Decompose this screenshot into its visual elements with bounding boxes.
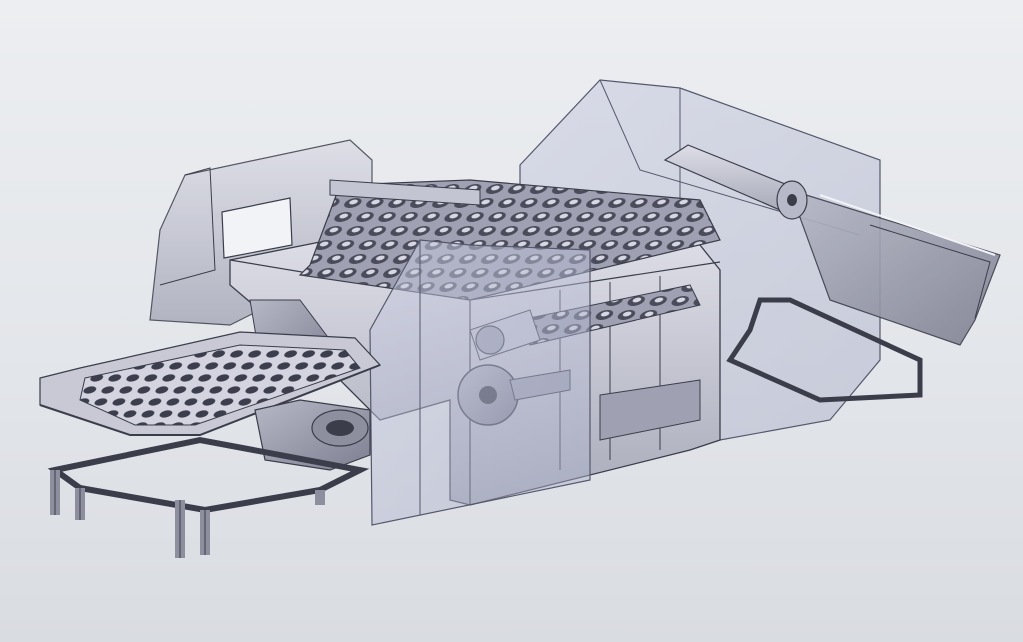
front-transparent-cover[interactable] — [369, 239, 591, 526]
machine-3d-model[interactable] — [0, 0, 1023, 642]
cad-viewport[interactable] — [0, 0, 1023, 642]
